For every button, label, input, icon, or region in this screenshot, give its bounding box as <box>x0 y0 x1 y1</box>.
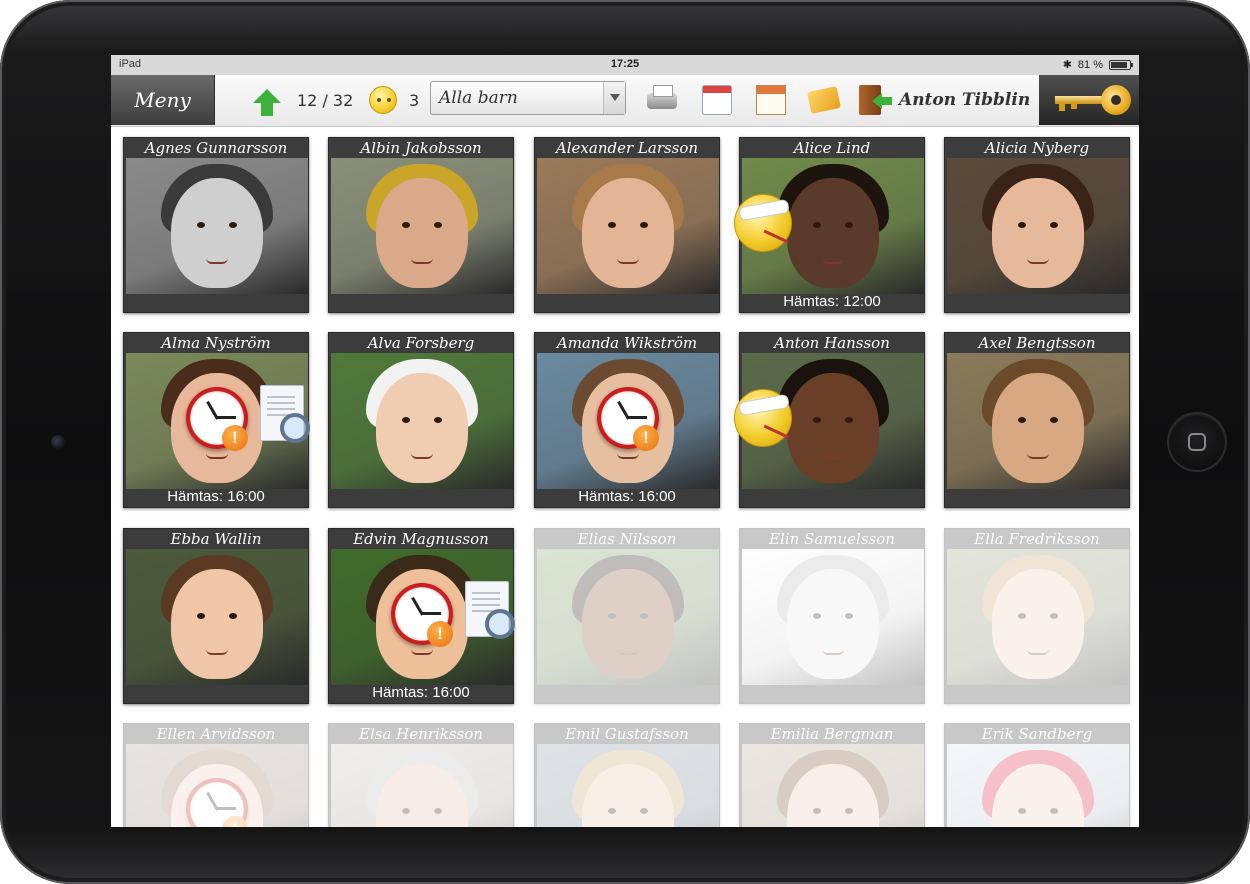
child-card[interactable]: Amanda Wikström! Hämtas: 16:00 <box>534 332 720 508</box>
battery-icon <box>1109 59 1133 70</box>
child-card[interactable]: Alma Nyström! Hämtas: 16:00 <box>123 332 310 508</box>
child-card[interactable]: Agnes Gunnarsson <box>123 137 309 313</box>
child-card[interactable]: Alexander Larsson <box>534 137 720 313</box>
alert-icon: ! <box>222 425 248 451</box>
mail-icon[interactable] <box>807 86 841 114</box>
child-card[interactable]: Alva Forsberg <box>328 332 514 508</box>
sick-icon <box>734 389 792 447</box>
child-name: Alicia Nyberg <box>984 139 1090 157</box>
status-time: 17:25 <box>610 58 640 70</box>
child-photo <box>947 158 1129 294</box>
child-name: Emilia Bergman <box>770 725 894 743</box>
pickup-time: Hämtas: 16:00 <box>578 488 676 505</box>
child-name: Ebba Wallin <box>170 530 262 548</box>
child-name: Albin Jakobsson <box>360 139 482 157</box>
child-photo <box>947 549 1129 685</box>
front-camera <box>51 435 65 449</box>
checked-in-count: 12 / 32 <box>297 90 354 110</box>
status-right: ✱ 81 % <box>1062 58 1133 71</box>
toolbar: Meny 12 / 32 3 Alla barn Anton Tibblin <box>111 75 1139 127</box>
home-button[interactable] <box>1169 414 1225 470</box>
checked-in-counter: 12 / 32 <box>253 75 353 125</box>
pickup-time: Hämtas: 16:00 <box>372 684 470 701</box>
child-photo <box>331 353 513 489</box>
child-photo <box>126 158 308 294</box>
pickup-time: Hämtas: 16:00 <box>167 488 265 505</box>
sick-icon <box>734 194 792 252</box>
user-name[interactable]: Anton Tibblin <box>899 75 1030 125</box>
child-photo <box>537 549 719 685</box>
child-name: Anton Hansson <box>774 334 890 352</box>
child-photo <box>537 158 719 294</box>
child-name: Elsa Henriksson <box>359 725 483 743</box>
child-name: Amanda Wikström <box>556 334 698 352</box>
child-photo <box>742 744 924 827</box>
printer-icon[interactable] <box>647 85 677 109</box>
child-photo <box>537 744 719 827</box>
logout-arrow-icon <box>872 93 892 109</box>
child-name: Ella Fredriksson <box>974 530 1100 548</box>
calendar-sync-icon[interactable] <box>702 85 732 115</box>
child-name: Alexander Larsson <box>555 139 699 157</box>
child-name: Elin Samuelsson <box>769 530 895 548</box>
child-name: Edvin Magnusson <box>353 530 489 548</box>
child-name: Axel Bengtsson <box>978 334 1096 352</box>
child-card[interactable]: Emil Gustafsson <box>534 723 720 827</box>
child-card[interactable]: Alicia Nyberg <box>944 137 1130 313</box>
child-card[interactable]: Elsa Henriksson <box>328 723 514 827</box>
calendar-icon[interactable] <box>756 85 786 115</box>
child-photo <box>331 158 513 294</box>
child-photo <box>331 744 513 827</box>
sick-count: 3 <box>409 90 420 110</box>
pickup-time: Hämtas: 12:00 <box>783 293 881 310</box>
child-name: Agnes Gunnarsson <box>144 139 288 157</box>
child-card[interactable]: Elias Nilsson <box>534 528 720 704</box>
child-card[interactable]: Ellen Arvidsson! <box>123 723 309 827</box>
ipad-frame: iPad 17:25 ✱ 81 % Meny 12 / 32 3 Alla ba… <box>0 0 1250 884</box>
home-button-square <box>1188 433 1206 451</box>
magnifier-icon <box>280 413 310 443</box>
chevron-down-icon <box>603 82 625 114</box>
child-card[interactable]: Ella Fredriksson <box>944 528 1130 704</box>
child-card[interactable]: Albin Jakobsson <box>328 137 514 313</box>
child-name: Alice Lind <box>793 139 871 157</box>
screen: iPad 17:25 ✱ 81 % Meny 12 / 32 3 Alla ba… <box>111 55 1139 827</box>
child-name: Erik Sandberg <box>981 725 1093 743</box>
child-card[interactable]: Emilia Bergman <box>739 723 925 827</box>
alert-icon: ! <box>427 621 453 647</box>
child-card[interactable]: Anton Hansson <box>734 332 925 508</box>
child-card[interactable]: Alice Lind Hämtas: 12:00 <box>734 137 925 313</box>
menu-button[interactable]: Meny <box>111 75 215 125</box>
lock-key-button[interactable] <box>1039 75 1139 125</box>
child-photo <box>947 744 1129 827</box>
child-photo <box>742 549 924 685</box>
child-name: Emil Gustafsson <box>565 725 689 743</box>
alert-icon: ! <box>633 425 659 451</box>
up-arrow-icon <box>253 89 281 116</box>
child-card[interactable]: Elin Samuelsson <box>739 528 925 704</box>
child-name: Ellen Arvidsson <box>156 725 276 743</box>
battery-percent: 81 % <box>1077 58 1103 71</box>
sick-counter: 3 <box>369 75 419 125</box>
child-card[interactable]: Ebba Wallin <box>123 528 309 704</box>
child-card[interactable]: Edvin Magnusson! Hämtas: 16:00 <box>328 528 515 704</box>
bluetooth-icon: ✱ <box>1062 59 1072 71</box>
status-bar: iPad 17:25 ✱ 81 % <box>111 55 1139 75</box>
child-photo <box>126 549 308 685</box>
child-name: Alma Nyström <box>161 334 271 352</box>
group-filter-select[interactable]: Alla barn <box>430 81 626 115</box>
child-photo <box>947 353 1129 489</box>
magnifier-icon <box>485 609 515 639</box>
group-filter-value: Alla barn <box>439 88 518 108</box>
sick-smiley-icon <box>369 86 397 114</box>
child-name: Alva Forsberg <box>367 334 475 352</box>
child-name: Elias Nilsson <box>577 530 677 548</box>
child-card[interactable]: Erik Sandberg <box>944 723 1130 827</box>
child-card[interactable]: Axel Bengtsson <box>944 332 1130 508</box>
children-grid: Agnes Gunnarsson Albin Jakobsson Alexander… <box>111 128 1139 827</box>
